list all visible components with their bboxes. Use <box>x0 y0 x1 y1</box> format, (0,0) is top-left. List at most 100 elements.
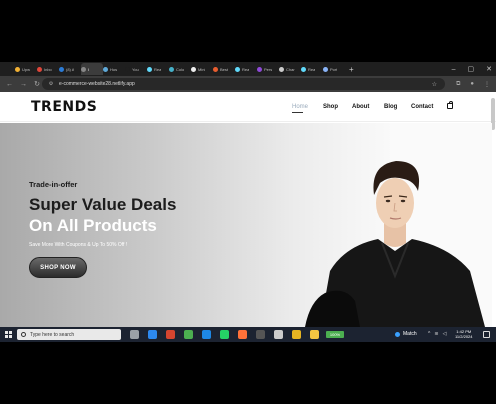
maximize-icon[interactable]: ▢ <box>468 65 475 73</box>
browser-tab-strip: Upw Inbo (8) A I Hos You Rea Colo Mini Best Rea Per… <box>0 62 496 76</box>
tab-favicon-icon <box>125 66 130 72</box>
hero-model-image <box>305 161 485 327</box>
tab-label: You <box>132 66 139 72</box>
browser-tab[interactable]: Rea <box>147 63 169 75</box>
tab-favicon-icon <box>323 66 328 72</box>
site-header: TRENDS Home Shop About Blog Contact <box>0 92 496 122</box>
weather-text: Match <box>403 331 417 337</box>
extensions-icon[interactable]: ⧉ <box>456 81 460 88</box>
hero-title-line1: Super Value Deals <box>29 195 177 214</box>
tab-favicon-icon <box>169 66 174 72</box>
browser-tab[interactable]: Best <box>213 63 235 75</box>
screen: Upw Inbo (8) A I Hos You Rea Colo Mini Best Rea Per… <box>0 62 496 342</box>
address-bar[interactable]: ⚙ e-commerce-website28.netlify.app ☆ <box>42 78 445 90</box>
browser-tab[interactable]: Upw <box>15 63 37 75</box>
tab-favicon-icon <box>81 66 86 72</box>
tab-label: Hos <box>110 66 118 72</box>
nav-contact[interactable]: Contact <box>411 104 433 110</box>
browser-tab[interactable]: (8) A <box>59 63 81 75</box>
taskbar-search-box[interactable]: Type here to search <box>17 329 121 340</box>
tab-label: Best <box>220 66 229 72</box>
tab-favicon-icon <box>191 66 196 72</box>
tab-favicon-icon <box>279 66 284 72</box>
wifi-icon[interactable]: ≋ <box>434 331 438 337</box>
whatsapp-icon[interactable] <box>220 330 229 339</box>
minimize-icon[interactable]: – <box>452 66 456 73</box>
tab-label: Rea <box>308 66 316 72</box>
battery-indicator[interactable]: 100% <box>326 331 344 338</box>
files-icon[interactable] <box>310 330 319 339</box>
tab-favicon-icon <box>213 66 218 72</box>
browser-tab[interactable]: Port <box>323 63 345 75</box>
tab-label: Mini <box>198 66 206 72</box>
browser-tab[interactable]: Hos <box>103 63 125 75</box>
app2-icon[interactable] <box>292 330 301 339</box>
new-tab-button[interactable]: + <box>349 65 354 74</box>
browser-tab[interactable]: I <box>81 63 103 75</box>
browser-tab[interactable]: Pers <box>257 63 279 75</box>
tab-label: Inbo <box>44 66 52 72</box>
nav-home[interactable]: Home <box>292 104 308 110</box>
tab-favicon-icon <box>147 66 152 72</box>
tab-favicon-icon <box>235 66 240 72</box>
site-info-icon[interactable]: ⚙ <box>48 81 54 87</box>
tab-favicon-icon <box>257 66 262 72</box>
tab-label: Port <box>330 66 338 72</box>
windows-taskbar: Type here to search 100% Match ^ ≋ ◁ 1:4… <box>0 327 496 342</box>
tab-label: (8) A <box>66 66 75 72</box>
tab-favicon-icon <box>103 66 108 72</box>
reload-icon[interactable]: ↻ <box>34 80 40 88</box>
nav-home-underline <box>292 112 303 113</box>
hero-eyebrow: Trade-in-offer <box>29 180 78 189</box>
clock-date: 11/2/2024 <box>455 334 473 339</box>
tab-label: I <box>88 66 90 72</box>
shopping-bag-icon[interactable] <box>447 101 453 109</box>
close-icon[interactable]: ✕ <box>486 65 492 73</box>
tab-favicon-icon <box>37 66 42 72</box>
tab-favicon-icon <box>15 66 20 72</box>
chrome-icon[interactable] <box>184 330 193 339</box>
tray-chevron-icon[interactable]: ^ <box>428 331 430 337</box>
browser-tab[interactable]: Mini <box>191 63 213 75</box>
browser-tab[interactable]: Rea <box>235 63 257 75</box>
notification-icon[interactable] <box>483 331 490 338</box>
browser-tab[interactable]: Inbo <box>37 63 59 75</box>
browser-tab[interactable]: Colo <box>169 63 191 75</box>
app-icon[interactable] <box>166 330 175 339</box>
browser-tab[interactable]: Char <box>279 63 301 75</box>
url-text: e-commerce-website28.netlify.app <box>59 81 135 87</box>
profile-icon[interactable]: ● <box>470 81 474 87</box>
browser-tab[interactable]: Rea <box>301 63 323 75</box>
nav-about[interactable]: About <box>352 104 369 110</box>
browser-toolbar: ← → ↻ ⚙ e-commerce-website28.netlify.app… <box>0 76 496 92</box>
browser-tool-icons: ⧉ ● ⋮ <box>456 76 490 92</box>
nav-blog[interactable]: Blog <box>384 104 397 110</box>
store-icon[interactable] <box>148 330 157 339</box>
tab-label: Pers <box>264 66 273 72</box>
taskbar-search-placeholder: Type here to search <box>30 331 75 338</box>
vscode-icon[interactable] <box>202 330 211 339</box>
task-view-icon[interactable] <box>130 330 139 339</box>
window-controls: – ▢ ✕ <box>452 62 492 76</box>
taskbar-weather[interactable]: Match <box>395 331 417 337</box>
shop-now-button[interactable]: SHOP NOW <box>29 257 87 278</box>
forward-icon[interactable]: → <box>20 81 27 88</box>
windows-start-icon[interactable] <box>5 331 12 338</box>
browser-tab[interactable]: You <box>125 63 147 75</box>
firefox-icon[interactable] <box>238 330 247 339</box>
tab-label: Upw <box>22 66 31 72</box>
tab-label: Rea <box>242 66 250 72</box>
settings-icon[interactable] <box>274 330 283 339</box>
search-icon <box>21 332 26 337</box>
hero-banner: Trade-in-offer Super Value Deals On All … <box>0 123 492 327</box>
tab-label: Colo <box>176 66 185 72</box>
site-logo[interactable]: TRENDS <box>31 99 97 115</box>
volume-icon[interactable]: ◁ <box>443 331 447 337</box>
taskbar-clock[interactable]: 1:42 PM 11/2/2024 <box>455 329 473 339</box>
tab-favicon-icon <box>301 66 306 72</box>
menu-icon[interactable]: ⋮ <box>484 81 490 88</box>
bookmark-star-icon[interactable]: ☆ <box>432 81 437 88</box>
nav-shop[interactable]: Shop <box>323 104 338 110</box>
terminal-icon[interactable] <box>256 330 265 339</box>
back-icon[interactable]: ← <box>6 81 13 88</box>
